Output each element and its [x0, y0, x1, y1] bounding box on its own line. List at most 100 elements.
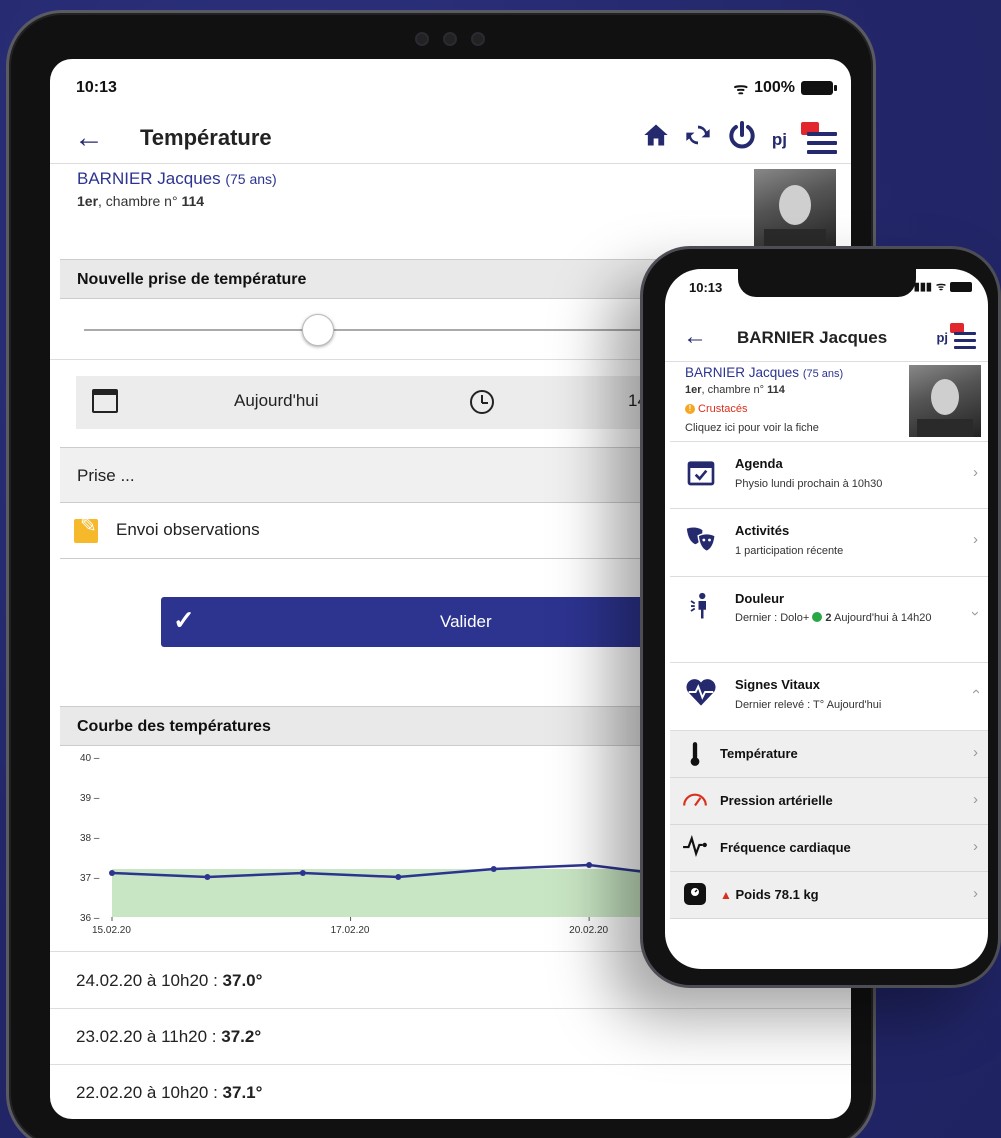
- phone-notch: [738, 269, 916, 297]
- divider: [50, 163, 851, 164]
- patient-photo: [754, 169, 836, 251]
- chart-y-tick-label: 37 –: [80, 873, 100, 884]
- menu-icon[interactable]: [801, 121, 837, 158]
- weight-item[interactable]: ▲ Poids 78.1 kg ›: [670, 872, 988, 919]
- signal-icon: ▮▮▮: [913, 281, 932, 293]
- room-number: 114: [767, 384, 785, 396]
- clock-icon[interactable]: [470, 390, 494, 414]
- activities-item[interactable]: Activités 1 participation récente ›: [670, 509, 988, 577]
- power-icon[interactable]: [726, 119, 758, 160]
- reading-row[interactable]: 24.02.20 à 10h20 : 37.0°: [76, 971, 262, 991]
- weight-value: 78.1 kg: [774, 887, 819, 902]
- chevron-right-icon: ›: [973, 791, 978, 808]
- patient-room: 1er, chambre n° 114: [77, 193, 204, 209]
- battery-icon: [950, 281, 972, 292]
- phone-status-icons: ▮▮▮ ᯤ: [914, 279, 972, 294]
- pain-subtitle: Dernier : Dolo+ 2 Aujourd'hui à 14h20: [735, 610, 935, 627]
- date-value[interactable]: Aujourd'hui: [234, 391, 319, 411]
- chart-y-tick-label: 38 –: [80, 833, 100, 844]
- chart-x-tick-label: 17.02.20: [331, 925, 370, 936]
- warning-icon: !: [685, 404, 695, 414]
- battery-icon: [801, 81, 837, 95]
- patient-room: 1er, chambre n° 114: [685, 384, 785, 396]
- phone-header-actions: pj: [936, 323, 978, 351]
- section-title: Nouvelle prise de température: [77, 271, 307, 288]
- chevron-right-icon: ›: [973, 838, 978, 855]
- pain-subtitle-time: Aujourd'hui à 14h20: [831, 612, 932, 624]
- reading-date: 22.02.20 à 10h20 :: [76, 1083, 223, 1102]
- patient-name: BARNIER Jacques: [685, 365, 800, 380]
- chevron-right-icon: ›: [973, 464, 978, 481]
- calendar-check-icon: [684, 456, 718, 490]
- divider: [50, 1064, 851, 1065]
- chevron-up-icon: ›: [967, 689, 984, 694]
- heart-rate-item[interactable]: Fréquence cardiaque ›: [670, 825, 988, 872]
- status-time: 10:13: [76, 79, 117, 96]
- temperature-slider-thumb[interactable]: [302, 314, 334, 346]
- heart-rate-icon: [684, 677, 718, 711]
- gauge-icon: [682, 788, 708, 814]
- attachments-button[interactable]: pj: [936, 330, 948, 345]
- reading-row[interactable]: 22.02.20 à 10h20 : 37.1°: [76, 1083, 262, 1103]
- patient-name-row[interactable]: BARNIER Jacques (75 ans): [685, 365, 843, 380]
- patient-age: (75 ans): [225, 171, 277, 187]
- refresh-icon[interactable]: [684, 121, 712, 158]
- divider: [50, 1008, 851, 1009]
- validate-label: Valider: [440, 612, 492, 631]
- chart-x-tick-label: 20.02.20: [569, 925, 608, 936]
- pain-item[interactable]: Douleur Dernier : Dolo+ 2 Aujourd'hui à …: [670, 577, 988, 663]
- observations-label: Envoi observations: [116, 520, 260, 539]
- warning-triangle-icon: ▲: [720, 888, 732, 902]
- chevron-down-icon: ›: [967, 611, 984, 616]
- page-title: Température: [140, 125, 272, 150]
- room-label: , chambre n°: [98, 193, 182, 209]
- chart-data-point: [586, 862, 593, 868]
- temperature-title: Température: [720, 746, 798, 761]
- vital-signs-item[interactable]: Signes Vitaux Dernier relevé : T° Aujour…: [670, 663, 988, 731]
- chart-y-tick-label: 39 –: [80, 793, 100, 804]
- chart-data-point: [299, 870, 306, 876]
- reading-date: 24.02.20 à 10h20 :: [76, 971, 223, 990]
- phone-screen: 10:13 ▮▮▮ ᯤ ← BARNIER Jacques pj BARNIER…: [665, 269, 988, 969]
- check-icon: ✓: [173, 605, 195, 635]
- vital-signs-title: Signes Vitaux: [735, 677, 821, 692]
- wifi-icon: ᯤ: [733, 81, 749, 98]
- theater-masks-icon: [684, 523, 718, 557]
- patient-photo: [909, 365, 981, 437]
- chart-data-point: [395, 874, 402, 880]
- room-label: , chambre n°: [701, 384, 768, 396]
- blood-pressure-item[interactable]: Pression artérielle ›: [670, 778, 988, 825]
- calendar-icon[interactable]: [92, 389, 118, 413]
- activities-title: Activités: [735, 523, 790, 538]
- blood-pressure-title: Pression artérielle: [720, 793, 833, 808]
- status-dot-icon: [812, 612, 823, 622]
- menu-icon[interactable]: [950, 323, 978, 351]
- chart-data-point: [109, 870, 115, 876]
- back-arrow-icon[interactable]: ←: [683, 323, 707, 351]
- chart-x-tick-label: 15.02.20: [92, 925, 131, 936]
- back-arrow-icon[interactable]: ←: [74, 121, 104, 155]
- patient-file-link[interactable]: Cliquez ici pour voir la fiche: [685, 422, 819, 434]
- edit-note-icon: [74, 513, 98, 543]
- patient-floor: 1er: [685, 384, 702, 396]
- reading-value: 37.0°: [222, 971, 263, 990]
- battery-percent: 100%: [754, 79, 795, 96]
- attachments-button[interactable]: pj: [772, 130, 787, 150]
- thermometer-icon: [682, 741, 708, 767]
- scale-icon: [682, 882, 708, 908]
- patient-name-row[interactable]: BARNIER Jacques (75 ans): [77, 169, 277, 189]
- allergy-badge: ! Crustacés: [685, 403, 748, 415]
- phone-status-time: 10:13: [689, 280, 723, 295]
- agenda-item[interactable]: Agenda Physio lundi prochain à 10h30 ›: [670, 441, 988, 509]
- temperature-item[interactable]: Température ›: [670, 731, 988, 778]
- patient-age: (75 ans): [802, 368, 844, 380]
- chart-y-tick-label: 40 –: [80, 753, 100, 764]
- wifi-icon: ᯤ: [935, 281, 946, 293]
- home-icon[interactable]: [642, 121, 670, 158]
- vital-signs-subtitle: Dernier relevé : T° Aujourd'hui: [735, 699, 882, 711]
- reading-value: 37.1°: [222, 1083, 263, 1102]
- patient-floor: 1er: [77, 193, 99, 209]
- tablet-camera: [387, 27, 512, 51]
- reading-row[interactable]: 23.02.20 à 11h20 : 37.2°: [76, 1027, 261, 1047]
- header-actions: pj: [642, 119, 837, 160]
